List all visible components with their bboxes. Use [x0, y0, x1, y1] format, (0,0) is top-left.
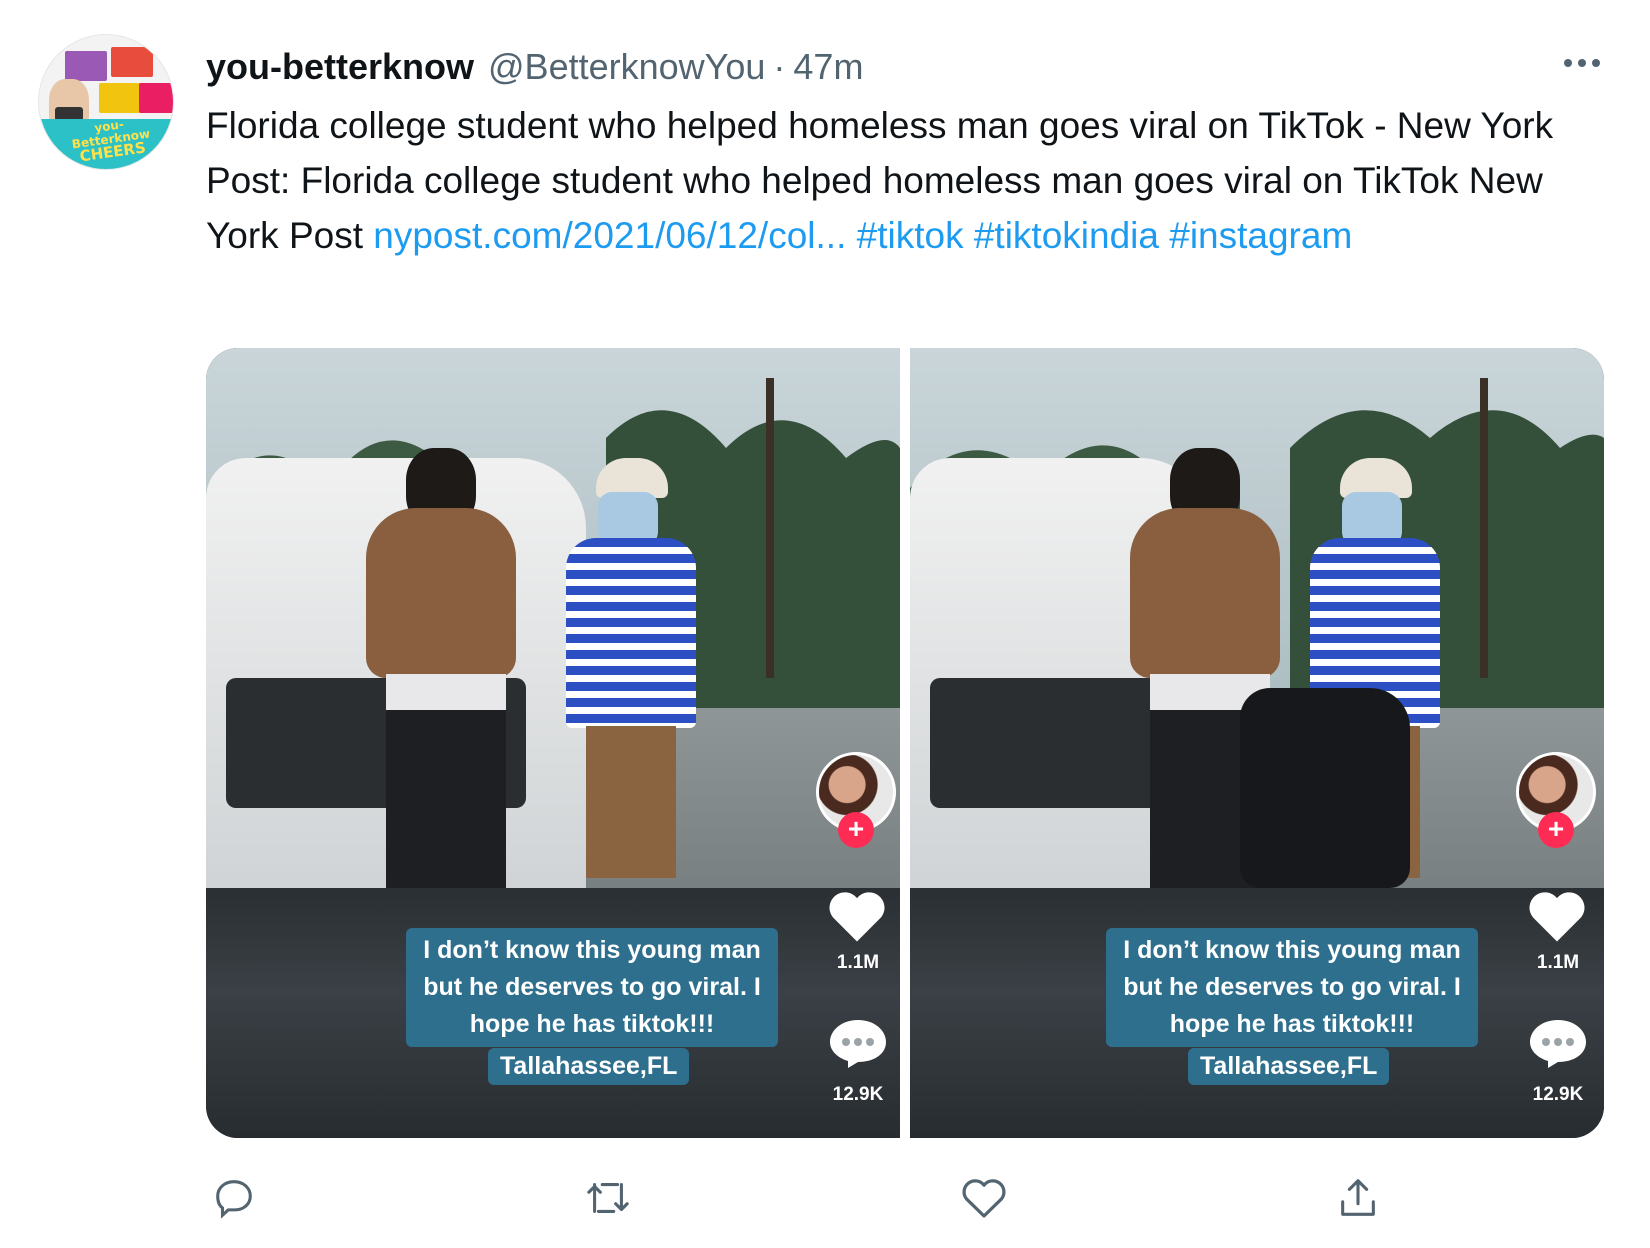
tiktok-heart-icon[interactable] [1526, 888, 1588, 944]
share-button[interactable] [1330, 1170, 1386, 1226]
user-handle[interactable]: @BetterknowYou [488, 46, 765, 88]
video-location: Tallahassee,FL [488, 1048, 690, 1085]
avatar-tile [139, 83, 173, 113]
more-dot [1578, 59, 1586, 67]
avatar-tile [65, 51, 107, 81]
tweet-actions [206, 1170, 1406, 1226]
scene-young-man [346, 448, 526, 888]
tweet[interactable]: you-Betterknow CHEERS you-betterknow @Be… [0, 0, 1650, 1248]
hashtag-tiktok[interactable]: #tiktok [857, 215, 964, 256]
timestamp[interactable]: 47m [793, 46, 863, 88]
tweet-text: Florida college student who helped homel… [206, 98, 1606, 263]
media-image-left[interactable]: I don’t know this young man but he deser… [206, 348, 900, 1138]
video-caption: I don’t know this young man but he deser… [406, 928, 778, 1047]
tweet-media[interactable]: I don’t know this young man but he deser… [206, 348, 1604, 1138]
more-dot [1592, 59, 1600, 67]
follow-plus-icon[interactable]: + [1538, 812, 1574, 848]
tweet-header: you-betterknow @BetterknowYou · 47m [206, 46, 863, 88]
hashtag-instagram[interactable]: #instagram [1169, 215, 1352, 256]
follow-plus-icon[interactable]: + [838, 812, 874, 848]
video-location: Tallahassee,FL [1188, 1048, 1390, 1085]
retweet-icon [587, 1183, 629, 1213]
tiktok-comment-icon[interactable] [1528, 1018, 1588, 1070]
tweet-link[interactable]: nypost.com/2021/06/12/col... [373, 215, 846, 256]
tiktok-comment-icon[interactable] [828, 1018, 888, 1070]
video-caption: I don’t know this young man but he deser… [1106, 928, 1478, 1047]
like-count: 1.1M [836, 952, 880, 973]
retweet-button[interactable] [580, 1170, 636, 1226]
hashtag-tiktokindia[interactable]: #tiktokindia [974, 215, 1159, 256]
media-divider [900, 348, 910, 1138]
more-dot [1564, 59, 1572, 67]
profile-avatar[interactable]: you-Betterknow CHEERS [38, 34, 174, 170]
heart-icon [962, 1179, 1006, 1218]
share-icon [1341, 1179, 1375, 1216]
display-name[interactable]: you-betterknow [206, 46, 474, 88]
scene-older-man [556, 458, 706, 878]
more-horizontal-icon[interactable] [1556, 48, 1608, 78]
tiktok-heart-icon[interactable] [826, 888, 888, 944]
avatar-tile [99, 83, 141, 113]
reply-icon [216, 1180, 252, 1219]
avatar-tile [111, 47, 153, 77]
like-count: 1.1M [1536, 952, 1580, 973]
separator-dot: · [773, 46, 786, 87]
reply-button[interactable] [206, 1170, 262, 1226]
scene-trash-bag [1240, 688, 1410, 888]
like-button[interactable] [956, 1170, 1012, 1226]
comment-count: 12.9K [1532, 1084, 1584, 1105]
comment-count: 12.9K [832, 1084, 884, 1105]
media-image-right[interactable]: I don’t know this young man but he deser… [910, 348, 1604, 1138]
